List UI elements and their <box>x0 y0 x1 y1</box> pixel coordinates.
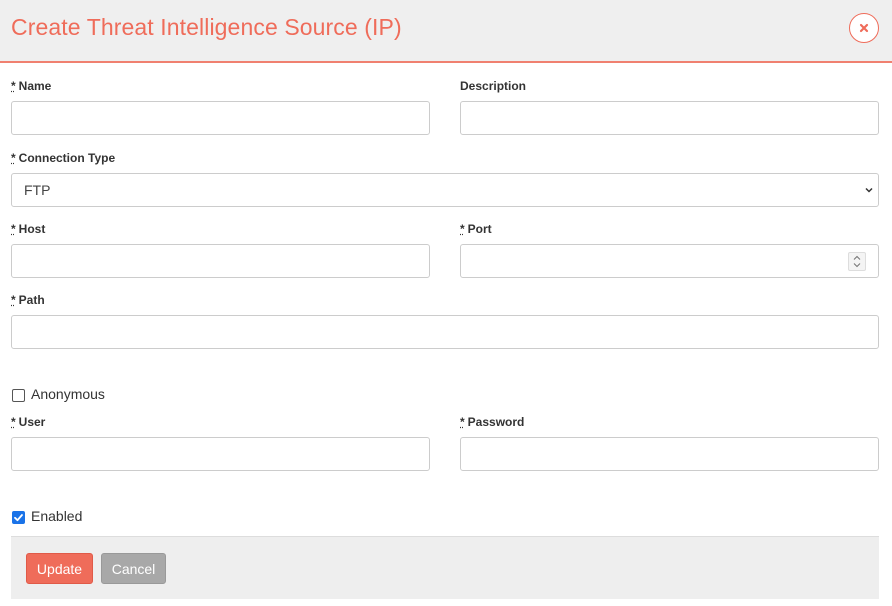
required-marker: * <box>11 151 16 165</box>
host-label: * Host <box>11 222 45 236</box>
description-input[interactable] <box>460 101 879 135</box>
port-label: * Port <box>460 222 492 236</box>
modal-title: Create Threat Intelligence Source (IP) <box>11 14 402 40</box>
description-label: Description <box>460 79 526 93</box>
name-label: * Name <box>11 79 51 93</box>
user-label-text: User <box>18 415 46 429</box>
required-marker: * <box>11 415 16 429</box>
close-button[interactable] <box>849 13 879 43</box>
port-input[interactable] <box>460 244 879 278</box>
user-label: * User <box>11 415 45 429</box>
required-marker: * <box>11 222 16 236</box>
required-marker: * <box>460 222 465 236</box>
password-label-text: Password <box>467 415 525 429</box>
connection-type-label: * Connection Type <box>11 151 115 165</box>
number-spinner-icon <box>853 255 861 268</box>
port-spinner[interactable] <box>848 252 866 271</box>
user-input[interactable] <box>11 437 430 471</box>
password-label: * Password <box>460 415 524 429</box>
path-input[interactable] <box>11 315 879 349</box>
chevron-down-icon <box>865 187 873 193</box>
host-input[interactable] <box>11 244 430 278</box>
enabled-label[interactable]: Enabled <box>31 508 82 524</box>
anonymous-label[interactable]: Anonymous <box>31 386 105 402</box>
name-label-text: Name <box>18 79 52 93</box>
name-input[interactable] <box>11 101 430 135</box>
connection-type-select[interactable]: FTP <box>11 173 879 207</box>
description-label-text: Description <box>460 79 527 93</box>
path-label: * Path <box>11 293 45 307</box>
modal-header: Create Threat Intelligence Source (IP) <box>0 0 892 63</box>
required-marker: * <box>11 293 16 307</box>
host-label-text: Host <box>18 222 46 236</box>
anonymous-checkbox[interactable] <box>12 389 25 402</box>
modal-footer: Update Cancel <box>11 536 879 599</box>
enabled-checkbox[interactable] <box>12 511 25 524</box>
check-icon <box>14 514 23 522</box>
password-input[interactable] <box>460 437 879 471</box>
required-marker: * <box>460 415 465 429</box>
required-marker: * <box>11 79 16 93</box>
update-button[interactable]: Update <box>26 553 93 584</box>
path-label-text: Path <box>18 293 45 307</box>
connection-type-label-text: Connection Type <box>18 151 116 165</box>
port-label-text: Port <box>467 222 492 236</box>
close-icon <box>859 23 869 33</box>
cancel-button[interactable]: Cancel <box>101 553 166 584</box>
connection-type-value: FTP <box>24 182 51 198</box>
